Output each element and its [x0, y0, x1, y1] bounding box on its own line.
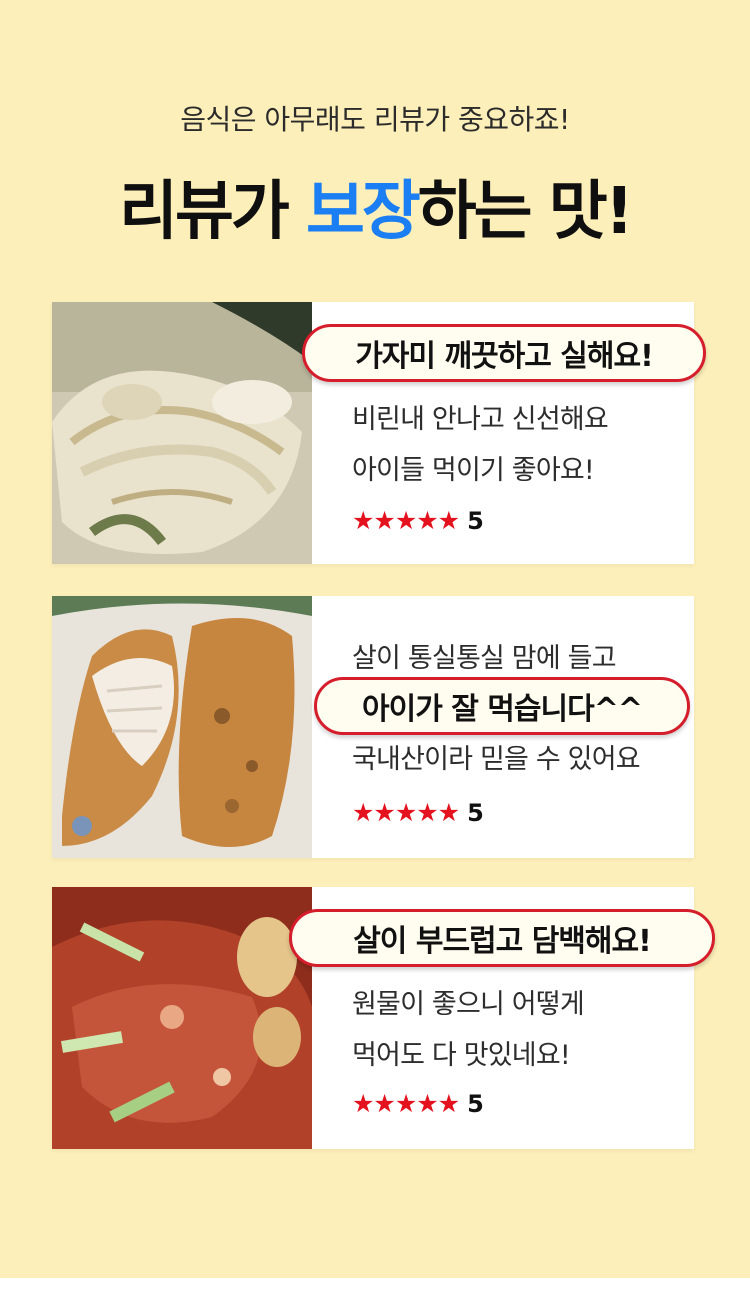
rating-score: 5	[467, 506, 484, 535]
rating-score: 5	[467, 798, 484, 827]
review-rating: ★★★★★ 5	[352, 1089, 484, 1118]
review-card: 살이 통실통실 맘에 들고 아이가 잘 먹습니다^^ 국내산이라 믿을 수 있어…	[52, 596, 694, 858]
section-title: 리뷰가 보장하는 맛!	[0, 160, 750, 252]
review-card: 살이 부드럽고 담백해요! 원물이 좋으니 어떻게 먹어도 다 맛있네요! ★★…	[52, 887, 715, 1149]
review-text-line: 먹어도 다 맛있네요!	[352, 1040, 571, 1071]
grilled-flounder-photo	[52, 302, 312, 564]
section-subtitle: 음식은 아무래도 리뷰가 중요하죠!	[180, 103, 570, 136]
review-card: 가자미 깨끗하고 실해요! 비린내 안나고 신선해요 아이들 먹이기 좋아요! …	[52, 302, 706, 564]
review-headline: 아이가 잘 먹습니다^^	[314, 677, 690, 735]
review-text-line: 국내산이라 믿을 수 있어요	[352, 744, 641, 775]
title-text-end: 하는 맛!	[417, 175, 634, 249]
braised-flounder-photo	[52, 887, 312, 1149]
review-text-line: 아이들 먹이기 좋아요!	[352, 455, 595, 486]
review-rating: ★★★★★ 5	[352, 506, 484, 535]
rating-stars-icon: ★★★★★	[352, 798, 460, 827]
review-rating: ★★★★★ 5	[352, 798, 484, 827]
review-text-line: 비린내 안나고 신선해요	[352, 404, 609, 435]
fried-flounder-photo	[52, 596, 312, 858]
review-section: 음식은 아무래도 리뷰가 중요하죠! 리뷰가 보장하는 맛! 가자미 깨끗하고 …	[0, 0, 750, 1278]
rating-stars-icon: ★★★★★	[352, 506, 460, 535]
rating-stars-icon: ★★★★★	[352, 1089, 460, 1118]
review-headline: 가자미 깨끗하고 실해요!	[302, 324, 706, 382]
rating-score: 5	[467, 1089, 484, 1118]
review-text-line: 살이 통실통실 맘에 들고	[352, 643, 617, 674]
review-text-line: 원물이 좋으니 어떻게	[352, 989, 585, 1020]
review-headline: 살이 부드럽고 담백해요!	[289, 909, 715, 967]
title-text-start: 리뷰가	[119, 175, 307, 249]
title-highlight: 보장	[306, 175, 421, 249]
